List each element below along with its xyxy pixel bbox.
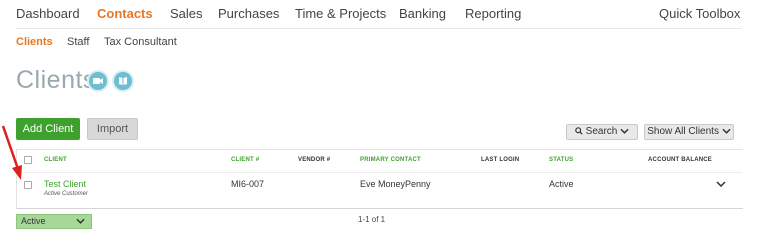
video-icon[interactable] (89, 72, 107, 90)
chevron-down-icon (76, 218, 85, 224)
column-header-last-login[interactable]: LAST LOGIN (481, 157, 519, 163)
book-icon[interactable] (114, 72, 132, 90)
row-expand-chevron-icon[interactable] (716, 181, 726, 187)
chevron-down-icon (722, 129, 731, 135)
status-filter-value: Active (21, 216, 46, 226)
page-title: Clients (16, 66, 96, 94)
nav-reporting[interactable]: Reporting (465, 6, 521, 21)
search-button[interactable]: Search (566, 124, 638, 140)
top-navigation: Dashboard Contacts Sales Purchases Time … (0, 0, 768, 28)
subnav-clients[interactable]: Clients (16, 36, 53, 48)
client-filter-dropdown[interactable]: Show All Clients (644, 124, 734, 140)
search-icon (575, 127, 583, 136)
import-button[interactable]: Import (87, 118, 138, 140)
status-filter-select[interactable]: Active (16, 214, 92, 229)
pagination-info: 1-1 of 1 (358, 215, 386, 224)
column-header-client[interactable]: CLIENT (44, 157, 67, 163)
primary-contact-cell: Eve MoneyPenny (360, 179, 431, 189)
client-name-link[interactable]: Test Client (44, 179, 86, 189)
chevron-down-icon (620, 129, 629, 135)
client-filter-label: Show All Clients (647, 126, 719, 137)
top-nav-divider (16, 28, 742, 29)
nav-time-projects[interactable]: Time & Projects (295, 6, 386, 21)
client-number-cell: MI6-007 (231, 179, 265, 189)
annotation-arrow-icon (1, 125, 22, 180)
client-type-label: Active Customer (44, 191, 89, 197)
column-header-client-number[interactable]: CLIENT # (231, 157, 259, 163)
column-header-vendor-number[interactable]: VENDOR # (298, 157, 330, 163)
subnav-tax-consultant[interactable]: Tax Consultant (104, 36, 177, 48)
column-header-primary-contact[interactable]: PRIMARY CONTACT (360, 157, 421, 163)
status-cell: Active (549, 179, 574, 189)
nav-sales[interactable]: Sales (170, 6, 203, 21)
subnav-staff[interactable]: Staff (67, 36, 89, 48)
nav-banking[interactable]: Banking (399, 6, 446, 21)
nav-dashboard[interactable]: Dashboard (16, 6, 80, 21)
header-divider (16, 172, 742, 173)
column-header-status[interactable]: STATUS (549, 157, 573, 163)
quick-toolbox-link[interactable]: Quick Toolbox (659, 6, 740, 21)
column-header-account-balance[interactable]: ACCOUNT BALANCE (648, 157, 712, 163)
nav-purchases[interactable]: Purchases (218, 6, 279, 21)
nav-contacts[interactable]: Contacts (97, 6, 153, 21)
search-button-label: Search (585, 126, 618, 137)
